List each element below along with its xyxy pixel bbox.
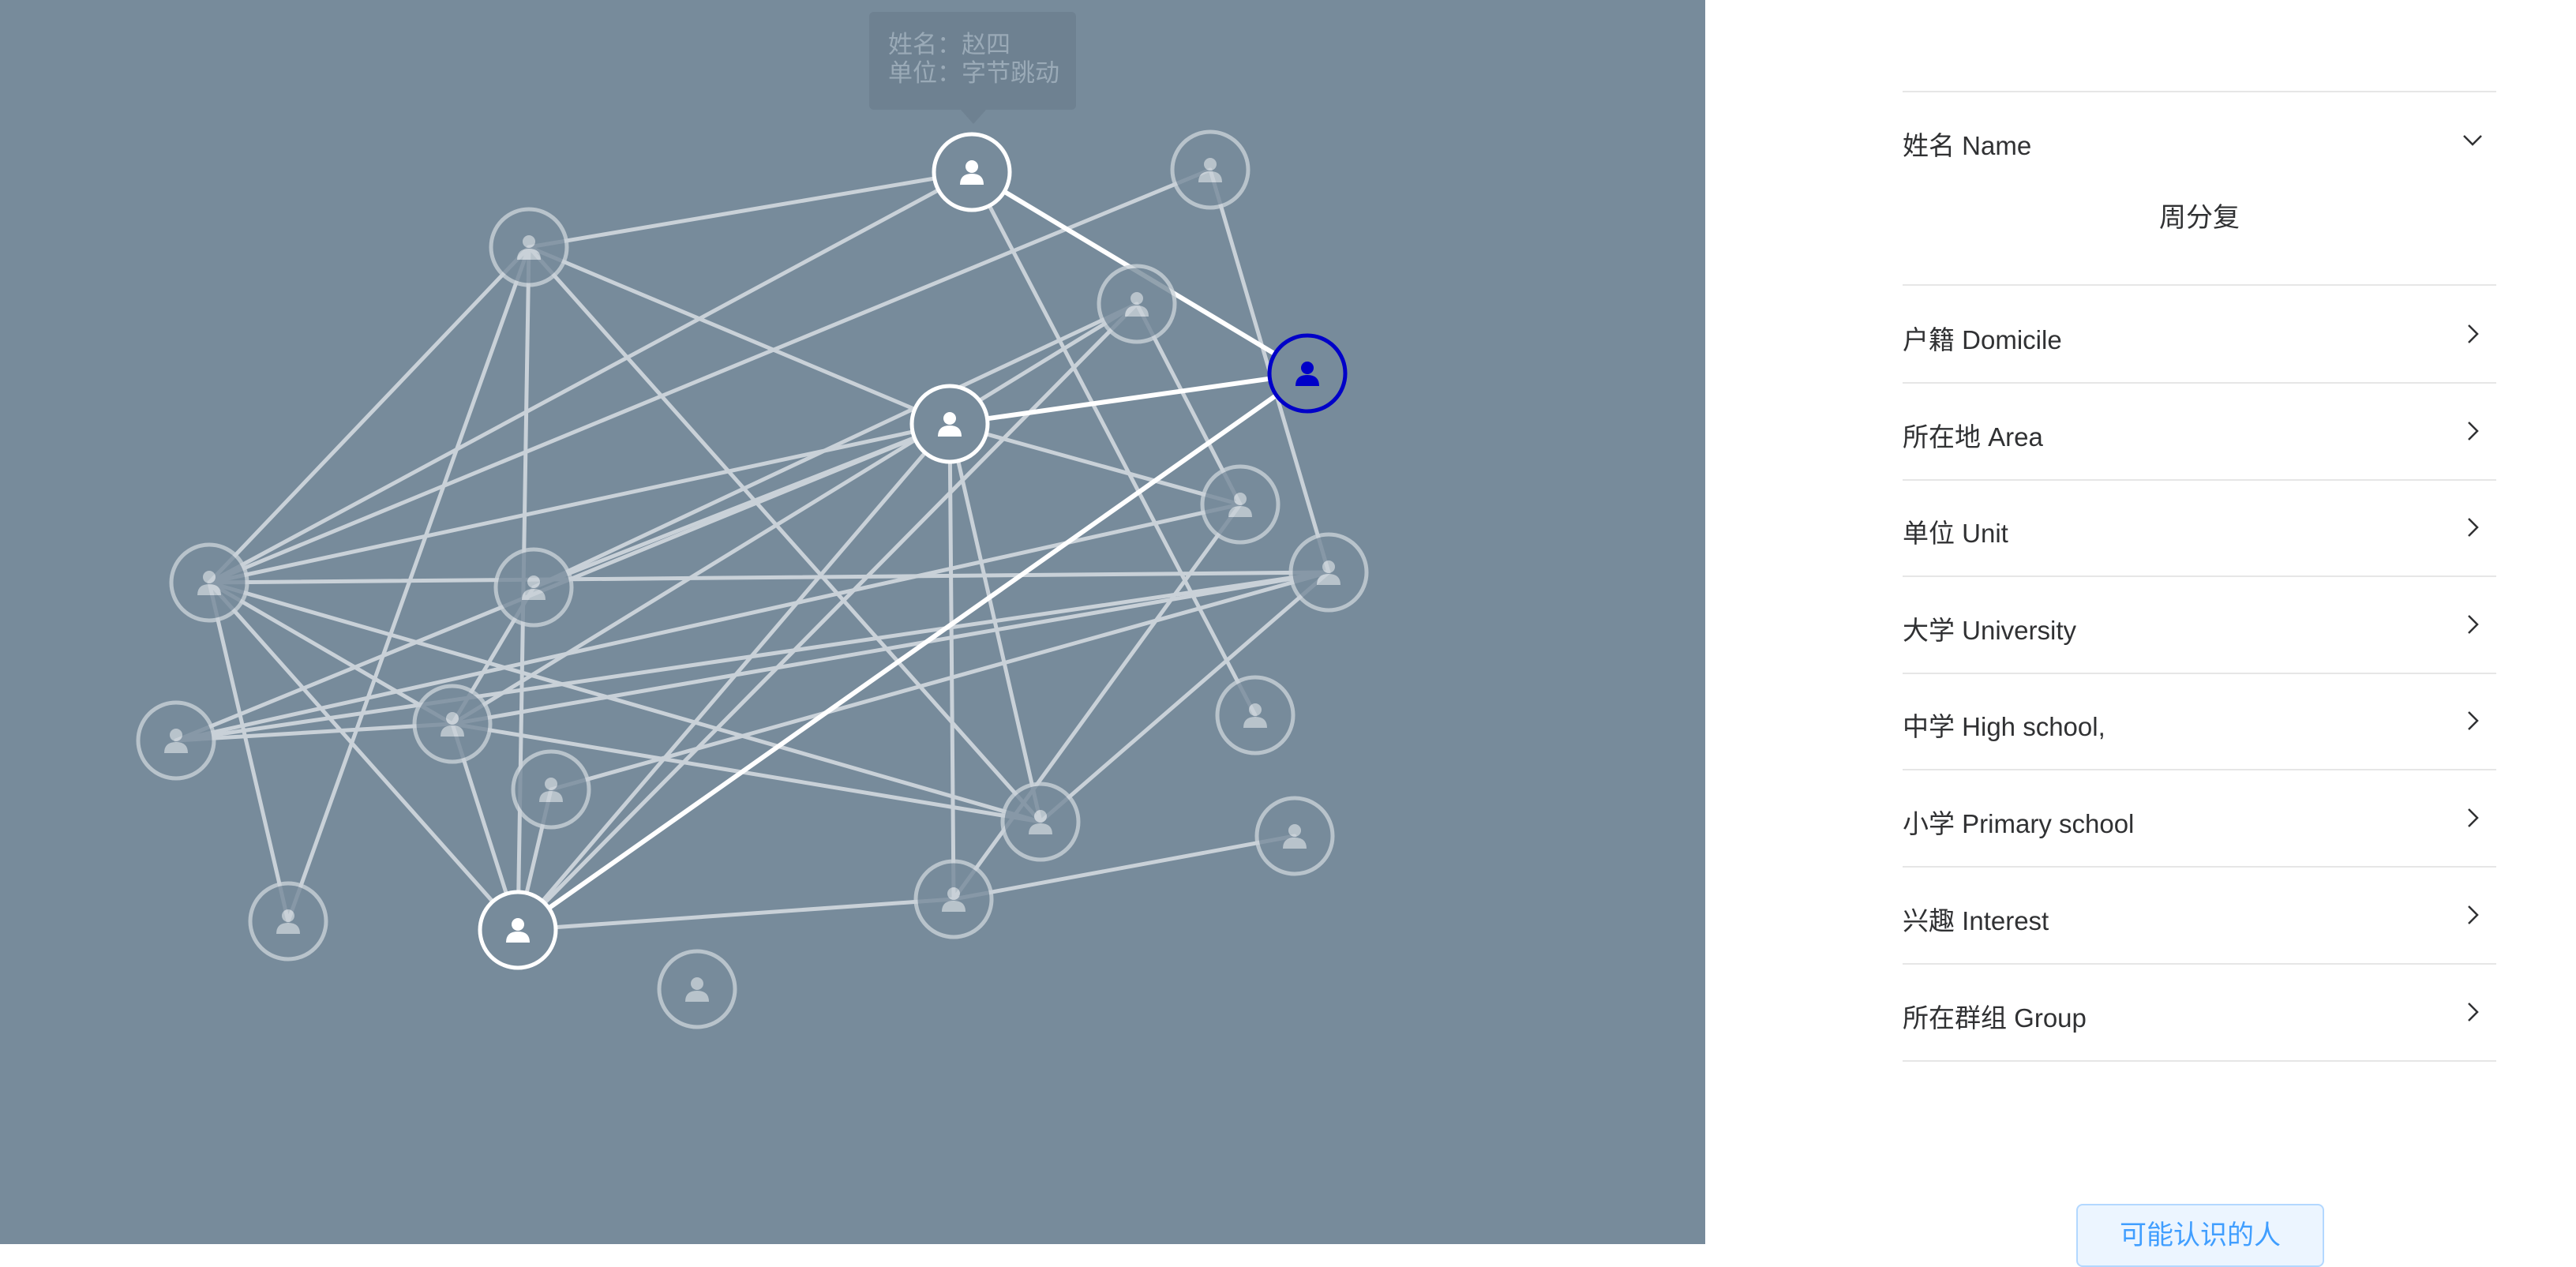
relationship-edge xyxy=(286,245,531,924)
graph-node[interactable] xyxy=(136,700,216,781)
relationship-edge xyxy=(951,502,1243,902)
section-unit-label: 单位 Unit xyxy=(1903,519,2008,548)
graph-node[interactable] xyxy=(1170,129,1251,210)
chevron-right-icon[interactable] xyxy=(2459,902,2486,928)
relationship-edge xyxy=(549,570,1331,792)
divider xyxy=(1903,1060,2496,1062)
divider xyxy=(1903,382,2496,384)
relationship-edge xyxy=(527,245,952,426)
chevron-right-icon[interactable] xyxy=(2459,611,2486,638)
chevron-right-icon[interactable] xyxy=(2459,999,2486,1025)
relationship-edge xyxy=(207,570,1331,585)
relationship-edge xyxy=(174,570,1331,743)
divider xyxy=(1903,769,2496,770)
relationship-edge-highlighted xyxy=(947,371,1310,426)
section-name-label: 姓名 Name xyxy=(1903,131,2032,160)
graph-node-highlighted[interactable] xyxy=(478,890,558,970)
relationship-edge xyxy=(531,302,1139,590)
tooltip-unit: 单位：字节跳动 xyxy=(888,59,1059,87)
relationship-edge-highlighted xyxy=(516,371,1310,932)
divider xyxy=(1903,575,2496,577)
graph-node[interactable] xyxy=(1200,464,1281,545)
relationship-edge xyxy=(527,245,1043,824)
graph-node[interactable] xyxy=(1254,796,1335,876)
divider xyxy=(1903,91,2496,92)
relationship-edge xyxy=(207,170,974,585)
relationship-edge xyxy=(207,422,952,585)
chevron-right-icon[interactable] xyxy=(2459,418,2486,444)
graph-node[interactable] xyxy=(493,547,574,628)
graph-node[interactable] xyxy=(489,207,569,287)
divider xyxy=(1903,963,2496,965)
graph-node[interactable] xyxy=(412,684,493,764)
graph-node[interactable] xyxy=(1288,532,1369,613)
section-high-school-label: 中学 High school, xyxy=(1903,712,2105,741)
section-university-label: 大学 University xyxy=(1903,616,2077,645)
graph-node[interactable] xyxy=(511,749,591,830)
chevron-right-icon[interactable] xyxy=(2459,514,2486,541)
section-group-label: 所在群组 Group xyxy=(1903,1003,2087,1033)
graph-node[interactable] xyxy=(913,859,994,939)
section-interest-label: 兴趣 Interest xyxy=(1903,906,2049,935)
chevron-right-icon[interactable] xyxy=(2459,320,2486,347)
people-you-may-know-button[interactable]: 可能认识的人 xyxy=(2076,1204,2324,1267)
tooltip-name: 姓名：赵四 xyxy=(888,31,1011,58)
section-primary-school-label: 小学 Primary school xyxy=(1903,809,2135,838)
relationship-graph-panel[interactable]: 姓名：赵四 单位：字节跳动 xyxy=(0,0,1705,1244)
node-tooltip: 姓名：赵四 单位：字节跳动 xyxy=(869,12,1076,124)
relationship-edge xyxy=(450,302,1139,726)
divider xyxy=(1903,284,2496,286)
divider xyxy=(1903,866,2496,868)
relationship-edge xyxy=(516,897,956,932)
relationship-edge xyxy=(207,580,455,726)
relationship-edge xyxy=(951,834,1297,902)
relationship-graph[interactable] xyxy=(0,0,1705,1244)
graph-node[interactable] xyxy=(657,949,737,1029)
divider xyxy=(1903,673,2496,674)
graph-node[interactable] xyxy=(1000,782,1081,862)
graph-node-highlighted[interactable] xyxy=(909,384,990,464)
relationship-edge xyxy=(207,580,291,924)
person-detail-panel: 姓名 Name 周分复 户籍 Domicile 所在地 Area 单位 Unit… xyxy=(1705,0,2576,1267)
chevron-right-icon[interactable] xyxy=(2459,804,2486,831)
name-value: 周分复 xyxy=(2159,203,2240,233)
graph-node[interactable] xyxy=(169,542,249,623)
graph-node[interactable] xyxy=(1097,264,1177,344)
graph-node-selected[interactable] xyxy=(1267,333,1348,414)
section-domicile-label: 户籍 Domicile xyxy=(1903,325,2062,354)
divider xyxy=(1903,479,2496,481)
graph-node-highlighted[interactable] xyxy=(932,132,1012,212)
graph-node[interactable] xyxy=(1215,675,1295,755)
chevron-down-icon[interactable] xyxy=(2459,126,2486,153)
relationship-edge xyxy=(207,245,531,585)
graph-node[interactable] xyxy=(248,881,328,961)
section-area-label: 所在地 Area xyxy=(1903,422,2043,452)
relationship-edge xyxy=(947,422,1243,507)
chevron-right-icon[interactable] xyxy=(2459,707,2486,734)
